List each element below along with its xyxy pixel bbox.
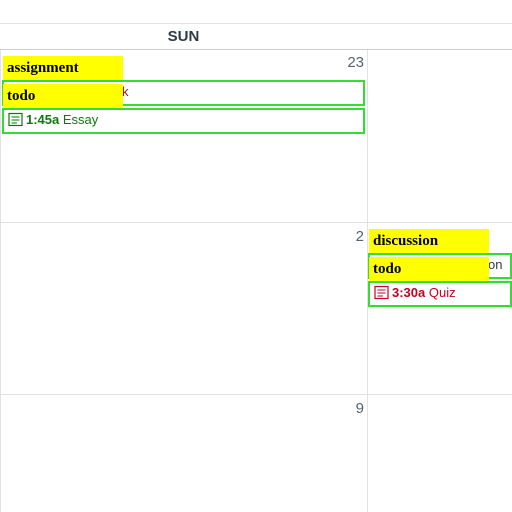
event-title: Quiz bbox=[428, 285, 456, 300]
week-divider bbox=[0, 394, 512, 395]
assignment-tag: assignment bbox=[3, 56, 123, 80]
day-number-sun-week2[interactable]: 2 bbox=[356, 228, 364, 245]
event-time: 1:45a bbox=[26, 112, 60, 127]
event-title: Essay bbox=[62, 112, 99, 127]
day-number-sun-week3[interactable]: 9 bbox=[356, 400, 364, 417]
calendar-event-quiz[interactable]: 3:30a Quiz bbox=[368, 281, 512, 307]
weekday-header-row: SUN bbox=[0, 24, 512, 50]
day-number-sun-week1[interactable]: 23 bbox=[347, 54, 364, 71]
todo-tag: todo bbox=[3, 84, 123, 108]
grid-divider bbox=[0, 50, 1, 512]
event-title: on bbox=[488, 257, 503, 272]
assignment-icon bbox=[8, 112, 23, 127]
quiz-icon bbox=[374, 285, 389, 300]
calendar-top-strip bbox=[0, 0, 512, 24]
event-time: 3:30a bbox=[392, 285, 426, 300]
calendar-event-essay[interactable]: 1:45a Essay bbox=[2, 108, 365, 134]
weekday-header-sun: SUN bbox=[167, 28, 200, 45]
week-divider bbox=[0, 222, 512, 223]
todo-tag: todo bbox=[369, 257, 489, 281]
discussion-tag: discussion bbox=[369, 229, 489, 253]
